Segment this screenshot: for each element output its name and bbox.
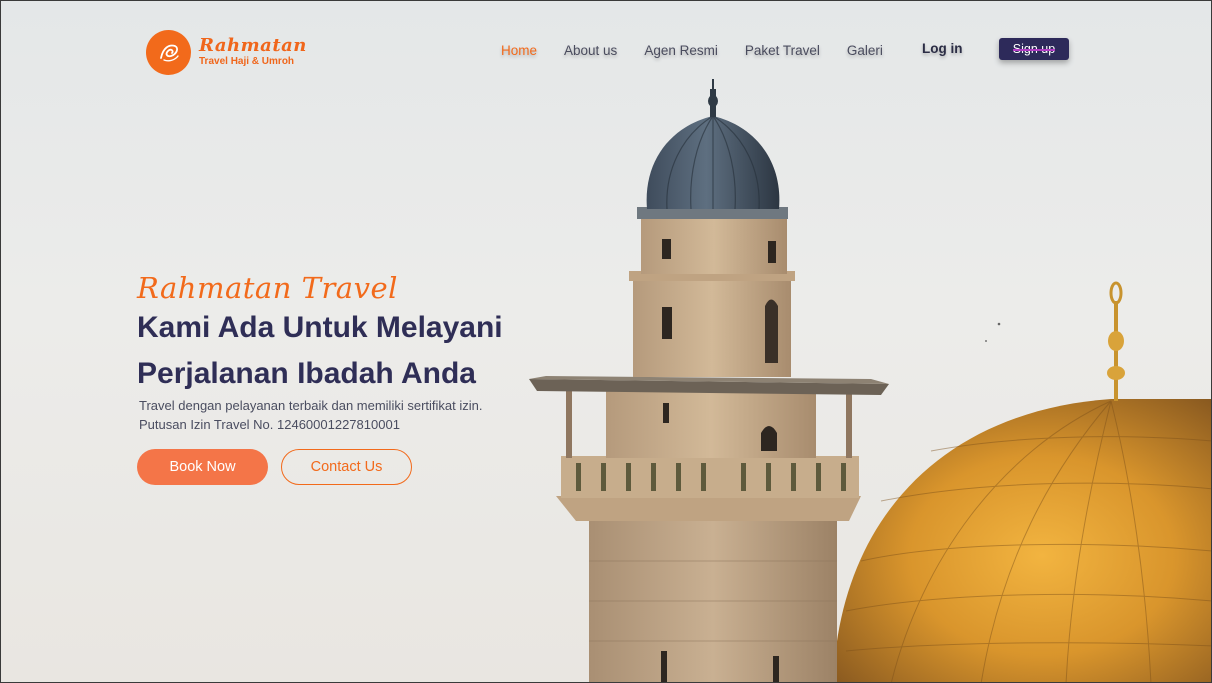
nav-item-about-us[interactable]: About us xyxy=(564,43,617,58)
signup-strike-decoration xyxy=(1013,49,1055,51)
hero-description: Travel dengan pelayanan terbaik dan memi… xyxy=(139,396,559,434)
nav-item-agen-resmi[interactable]: Agen Resmi xyxy=(644,43,718,58)
login-link[interactable]: Log in xyxy=(922,41,963,56)
brand-name: Rahmatan xyxy=(199,34,307,56)
hero-script-title: Rahmatan Travel xyxy=(137,271,398,305)
nav-item-home[interactable]: Home xyxy=(501,43,537,58)
calligraphy-logo-icon xyxy=(146,29,191,75)
hero-headline: Kami Ada Untuk Melayani Perjalanan Ibada… xyxy=(137,311,503,390)
main-nav: Home About us Agen Resmi Paket Travel Ga… xyxy=(501,39,910,61)
brand-logo[interactable]: Rahmatan Travel Haji & Umroh xyxy=(146,29,307,75)
nav-item-paket-travel[interactable]: Paket Travel xyxy=(745,43,820,58)
golden-dome xyxy=(833,281,1211,682)
hero-license-number: Putusan Izin Travel No. 1246000122781000… xyxy=(139,417,400,432)
brand-tagline: Travel Haji & Umroh xyxy=(199,55,295,67)
minaret xyxy=(529,79,889,682)
hero-description-line-1: Travel dengan pelayanan terbaik dan memi… xyxy=(139,398,483,413)
contact-us-button[interactable]: Contact Us xyxy=(281,449,412,485)
hero-section: Rahmatan Travel Haji & Umroh Home About … xyxy=(0,0,1212,683)
book-now-button[interactable]: Book Now xyxy=(137,449,268,485)
signup-button[interactable]: Sign up xyxy=(999,38,1069,60)
nav-item-galeri[interactable]: Galeri xyxy=(847,43,883,58)
